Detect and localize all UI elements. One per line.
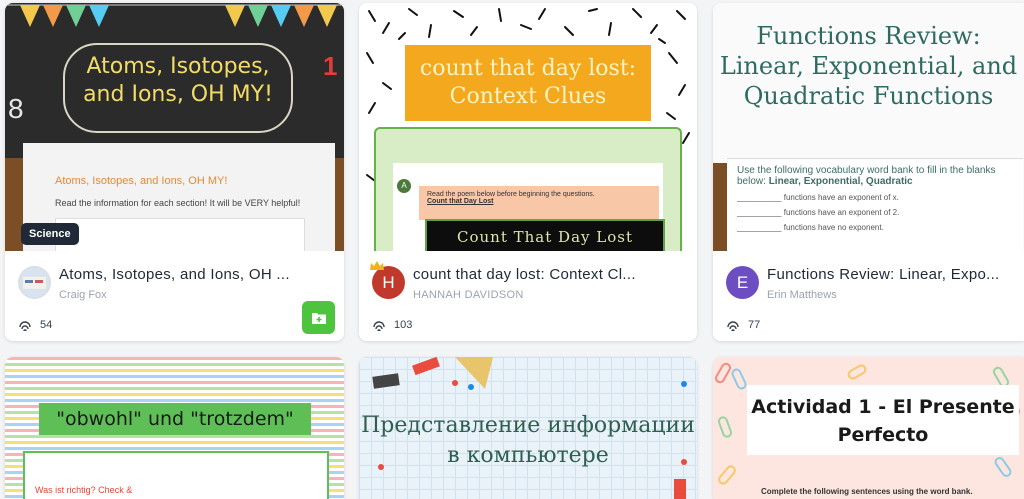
card-thumbnail[interactable]: Actividad 1 - El Presente Perfecto Compl… [713,357,1024,499]
folder-add-icon [311,312,326,324]
fingerprint-icon [373,321,385,332]
card-title[interactable]: count that day lost: Context Cl... [413,266,673,283]
worksheet-line: __________ functions have no exponent. [737,223,884,232]
avatar[interactable]: E [726,266,759,299]
card-info: E Functions Review: Linear, Expo... Erin… [713,251,1024,341]
card-author[interactable]: Erin Matthews [767,289,837,301]
usage-count: 54 [40,319,53,331]
card-author[interactable]: Craig Fox [59,289,107,301]
photo-avatar-icon [19,267,50,298]
thumbnail-title: "obwohl" und "trotzdem" [39,403,311,435]
fingerprint-icon [19,321,31,332]
worksheet-preview: Use the following vocabulary word bank t… [727,158,1023,251]
usage-stat: 54 [18,318,52,332]
usage-count: 103 [394,319,413,331]
thumbnail-text: Was ist richtig? Check & [35,485,133,495]
crown-icon [370,261,384,270]
resource-grid: Atoms, Isotopes, and Ions, OH MY! 1 8 At… [0,0,1024,499]
usage-stat: 77 [726,318,760,332]
avatar[interactable] [18,266,51,299]
thumbnail-title: count that day lost: Context Clues [405,45,651,121]
bunting-decoration [5,4,344,27]
subject-badge: Science [21,223,79,245]
avatar-letter: E [736,272,749,292]
resource-card-count-that-day-lost[interactable]: count that day lost: Context Clues A Rea… [359,3,697,341]
card-author[interactable]: HANNAH DAVIDSON [413,289,524,301]
thumbnail-title-line-1: count that day lost: [419,56,637,81]
avatar-letter: H [382,272,395,292]
poem-link: Count that Day Lost [427,198,494,205]
resource-card-computer-info[interactable]: Представление информации в компьютере [359,357,697,499]
poem-title: Count That Day Lost [425,219,665,251]
card-thumbnail[interactable]: count that day lost: Context Clues A Rea… [359,3,697,251]
add-to-folder-button[interactable] [302,301,335,334]
resource-card-atoms[interactable]: Atoms, Isotopes, and Ions, OH MY! 1 8 At… [5,3,344,341]
resource-card-functions-review[interactable]: Functions Review: Linear, Exponential, a… [713,3,1024,341]
card-thumbnail[interactable]: Представление информации в компьютере [359,357,697,499]
card-thumbnail[interactable]: "obwohl" und "trotzdem" Was ist richtig?… [5,357,344,499]
thumbnail-text: Complete the following sentences using t… [761,487,973,496]
thumbnail-title: Functions Review: Linear, Exponential, a… [719,22,1018,110]
card-info: Atoms, Isotopes, and Ions, OH ... Craig … [5,251,344,341]
thumbnail-title: Atoms, Isotopes, and Ions, OH MY! [83,54,273,107]
instruction-text: Read the poem below before beginning the… [427,191,595,198]
resource-card-actividad[interactable]: Actividad 1 - El Presente Perfecto Compl… [713,357,1024,499]
paper-instruction: Read the information for each section! I… [55,198,301,208]
card-title[interactable]: Functions Review: Linear, Expo... [767,266,1017,283]
card-thumbnail[interactable]: Atoms, Isotopes, and Ions, OH MY! 1 8 At… [5,3,344,251]
usage-count: 77 [748,319,761,331]
thumbnail-title: Actividad 1 - El Presente Perfecto [751,396,1015,446]
worksheet-line: __________ functions have an exponent of… [737,208,900,217]
thumbnail-title-line-2: Context Clues [449,84,607,109]
thumbnail-number: 1 [323,51,338,81]
instruction-text: Use the following vocabulary word bank t… [737,165,1013,187]
usage-stat: 103 [372,318,412,332]
instruction-text-b: Linear, Exponential, Quadratic [768,176,913,187]
thumbnail-title: Представление информации в компьютере [361,413,695,468]
wood-panel [713,163,727,251]
worksheet-line: __________ functions have an exponent of… [737,193,899,202]
card-thumbnail[interactable]: Functions Review: Linear, Exponential, a… [713,3,1024,251]
card-info: H count that day lost: Context Cl... HAN… [359,251,697,341]
thumbnail-number-2: 8 [8,93,24,124]
instruction-box: Read the poem below before beginning the… [419,186,659,220]
paper-heading: Atoms, Isotopes, and Ions, OH MY! [55,175,228,187]
thumbnail-avatar: A [397,179,411,193]
resource-card-obwohl[interactable]: "obwohl" und "trotzdem" Was ist richtig?… [5,357,344,499]
card-title[interactable]: Atoms, Isotopes, and Ions, OH ... [59,266,319,283]
worksheet-preview [55,218,305,251]
fingerprint-icon [727,321,739,332]
